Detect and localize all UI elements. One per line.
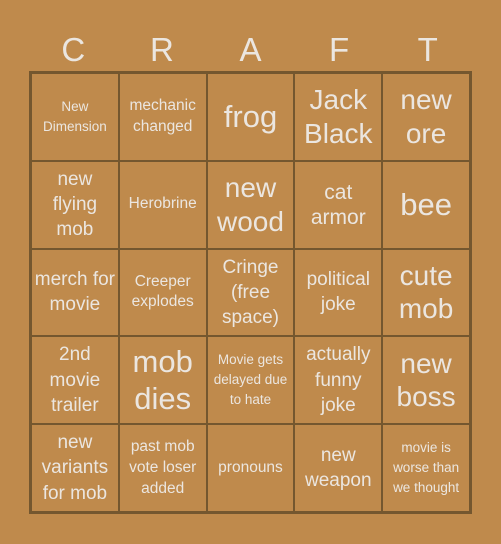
cell-text: frog [223,99,278,135]
bingo-cell[interactable]: past mob vote loser added [118,424,207,512]
cell-text: cat armor [310,180,366,229]
cell-text: past mob vote loser added [129,437,197,497]
bingo-cell[interactable]: new boss [382,336,470,425]
bingo-header: C R A F T [29,30,472,70]
bingo-cell[interactable]: new flying mob [31,160,119,249]
header-letter-a: A [239,31,262,68]
cell-text: merch for movie [34,269,116,316]
cell-text: mechanic changed [129,96,196,135]
bingo-cell[interactable]: mob dies [118,336,207,425]
free-space-cell[interactable]: Cringe (free space) [206,248,295,337]
cell-text: movie is worse than we thought [393,439,460,496]
cell-text: Jack Black [304,84,373,149]
bingo-cell[interactable]: Creeper explodes [118,248,207,337]
bingo-cell[interactable]: cute mob [382,248,470,337]
cell-text: actually funny joke [306,344,371,416]
bingo-cell[interactable]: actually funny joke [294,336,383,425]
bingo-cell[interactable]: Herobrine [118,160,207,249]
cell-text: bee [400,187,452,223]
header-letter-t: T [417,31,438,68]
bingo-grid: New Dimension mechanic changed frog Jack… [29,71,472,514]
cell-text: political joke [306,269,370,316]
bingo-cell[interactable]: pronouns [206,424,295,512]
cell-text: new ore [400,84,452,149]
bingo-cell[interactable]: bee [382,160,470,249]
cell-text: new boss [396,347,456,413]
cell-text: 2nd movie trailer [49,344,101,416]
cell-text: Creeper explodes [131,272,194,311]
cell-text: pronouns [218,458,283,476]
cell-text: New Dimension [43,98,107,134]
bingo-cell[interactable]: political joke [294,248,383,337]
bingo-cell[interactable]: Jack Black [294,73,383,161]
cell-text: Cringe (free space) [221,256,279,329]
bingo-cell[interactable]: mechanic changed [118,73,207,161]
bingo-cell[interactable]: new ore [382,73,470,161]
bingo-cell[interactable]: merch for movie [31,248,119,337]
bingo-cell[interactable]: New Dimension [31,73,119,161]
bingo-cell[interactable]: new variants for mob [31,424,119,512]
header-letter-c: C [61,31,86,68]
cell-text: mob dies [132,344,193,417]
bingo-cell[interactable]: Movie gets delayed due to hate [206,336,295,425]
cell-text: new flying mob [52,168,98,241]
cell-text: Herobrine [128,195,197,213]
bingo-cell[interactable]: cat armor [294,160,383,249]
cell-text: new wood [217,172,284,237]
bingo-cell[interactable]: movie is worse than we thought [382,424,470,512]
bingo-cell[interactable]: new wood [206,160,295,249]
bingo-cell[interactable]: new weapon [294,424,383,512]
cell-text: new variants for mob [41,432,109,504]
cell-text: new weapon [305,444,372,492]
header-letter-f: F [329,31,350,68]
cell-text: cute mob [398,259,454,325]
header-letter-r: R [149,31,174,68]
bingo-cell[interactable]: 2nd movie trailer [31,336,119,425]
cell-text: Movie gets delayed due to hate [213,351,288,408]
bingo-cell[interactable]: frog [206,73,295,161]
